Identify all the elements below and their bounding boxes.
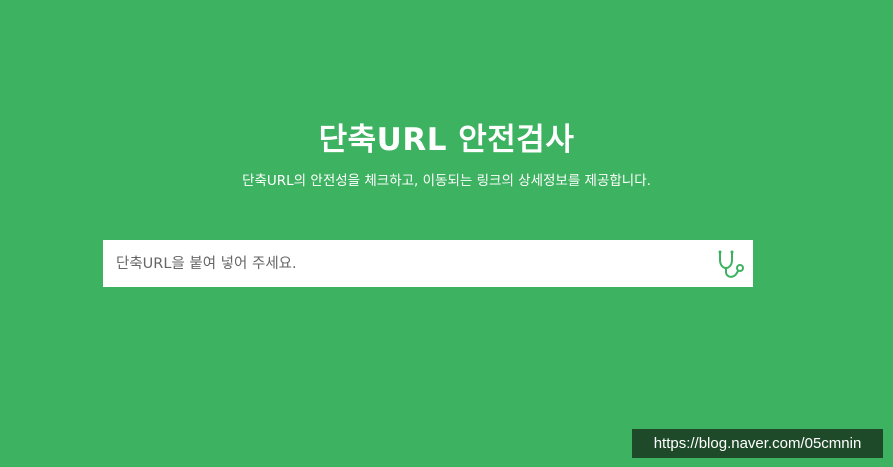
page-subtitle: 단축URL의 안전성을 체크하고, 이동되는 링크의 상세정보를 제공합니다. xyxy=(242,173,651,189)
stethoscope-icon xyxy=(718,250,744,278)
url-input[interactable] xyxy=(103,240,703,287)
search-box xyxy=(103,240,753,287)
watermark: https://blog.naver.com/05cmnin xyxy=(632,429,883,458)
page-title: 단축URL 안전검사 xyxy=(318,122,575,158)
check-url-button[interactable] xyxy=(713,247,747,281)
